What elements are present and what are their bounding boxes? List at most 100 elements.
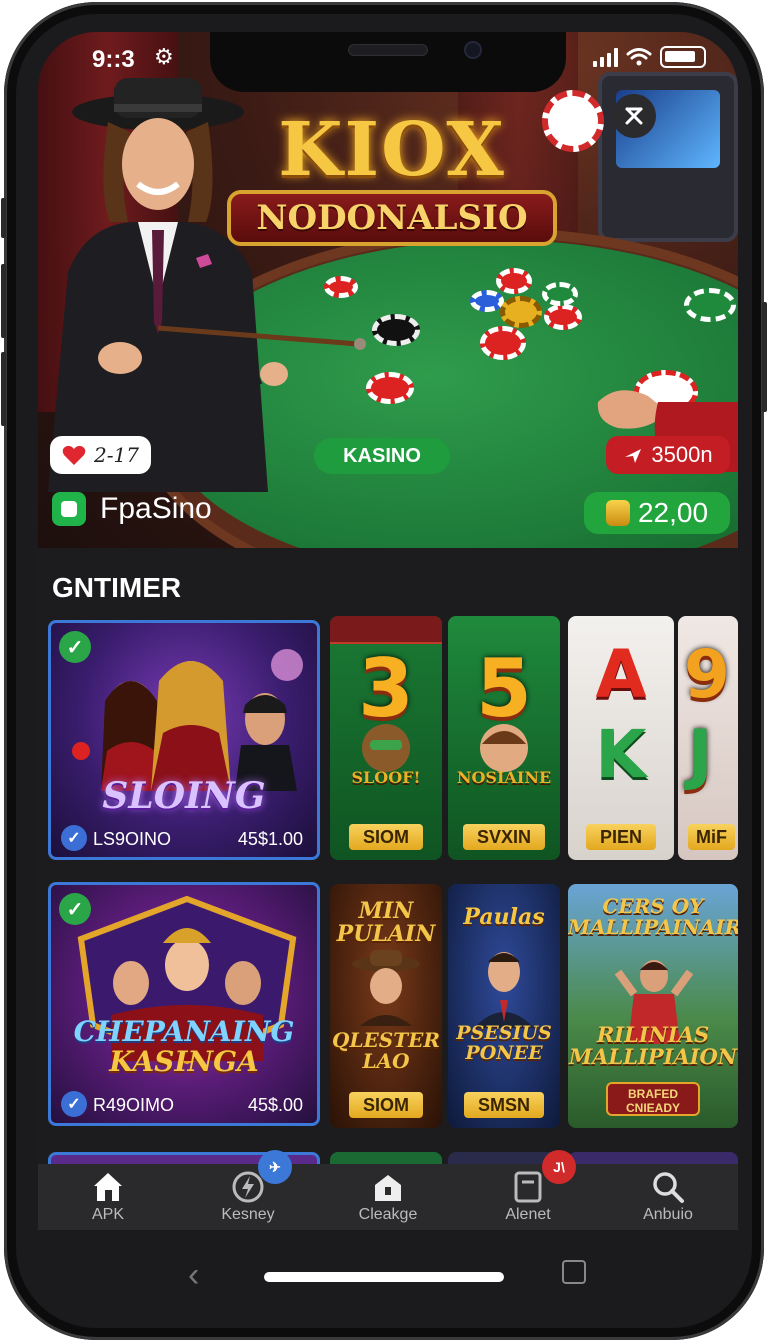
screen: KIOX NODONALSIO 2-17 KASINO 3500n FpaSin… [38, 32, 738, 1230]
chip-icon [542, 282, 578, 306]
kasino-badge[interactable]: KASINO [314, 438, 450, 474]
slot-symbol: K [595, 716, 647, 793]
logo-ribbon: NODONALSIO [227, 190, 557, 246]
badge-flight-icon: ✈ [258, 1150, 292, 1184]
featured-game-card[interactable]: ✓ CHEPANAING KASINGA ✓ R49OIMO 45$.00 [48, 882, 320, 1126]
balance-button[interactable]: 22,00 [584, 492, 730, 534]
signal-icon [593, 47, 618, 67]
featured-game-title: SLOING [102, 775, 266, 817]
featured-game-title-line2: KASINGA [109, 1045, 259, 1078]
chip-icon [480, 326, 526, 360]
characters-illustration [72, 649, 303, 791]
gear-icon: ⚙ [154, 44, 174, 69]
game-poster-card[interactable]: MIN PULAIN QLESTER LAO SIOM [330, 884, 442, 1128]
slot-play-button[interactable]: SVXIN [462, 824, 546, 850]
poster-title-top: Paulas [463, 904, 545, 930]
chip-icon [684, 288, 736, 322]
nav-label: Kesney [221, 1206, 275, 1223]
game-logo: KIOX NODONALSIO [222, 110, 562, 260]
cowboy-character-icon [352, 950, 420, 1026]
price-value: 3500n [651, 442, 713, 467]
poster-title-top: MIN PULAIN [336, 898, 436, 948]
slot-card[interactable]: 5 NOSIAINE SVXIN [448, 616, 560, 860]
slot-play-button[interactable]: SIOM [348, 824, 424, 850]
check-icon: ✓ [59, 631, 91, 663]
search-icon [651, 1170, 685, 1204]
status-icons [593, 46, 706, 68]
section-title: GNTIMER [52, 572, 182, 603]
featured-game-label: R49OIMO [93, 1095, 175, 1115]
status-time: 9::3 [92, 46, 135, 73]
note-icon [511, 1170, 545, 1204]
chip-icon [470, 290, 504, 312]
featured-game-amount: 45$1.00 [237, 829, 303, 849]
battery-icon [660, 46, 706, 68]
agent-character-icon [474, 952, 534, 1028]
brand: FpaSino [52, 492, 212, 526]
wifi-icon [626, 48, 652, 66]
brand-logo-icon [52, 492, 86, 526]
chip-icon [544, 304, 582, 330]
brand-name: FpaSino [100, 492, 212, 525]
house-icon [371, 1170, 405, 1204]
system-back-icon[interactable]: ‹ [188, 1256, 199, 1295]
bottom-nav: APK ✈ Kesney Cleakge J\ Alenet Anbuio [38, 1150, 738, 1230]
featured-game-title-line1: CHEPANAING [73, 1015, 295, 1048]
balance-value: 22,00 [637, 497, 709, 528]
verified-icon: ✓ [61, 1091, 87, 1117]
speaker [348, 44, 428, 56]
nav-label: Anbuio [643, 1206, 693, 1223]
slot-symbol: 9 [684, 636, 730, 713]
verified-icon: ✓ [61, 825, 87, 851]
poster-play-button[interactable]: SMSN [463, 1092, 545, 1118]
chip-icon [500, 296, 542, 328]
chip-icon [366, 372, 414, 404]
featured-game-amount: 45$.00 [247, 1095, 303, 1115]
poster-title-bottom: RILINIAS MALLIPIAION [568, 1022, 738, 1070]
nav-item-alenet[interactable]: J\ Alenet [458, 1150, 598, 1230]
plane-icon [625, 449, 642, 463]
system-recents-icon[interactable] [562, 1260, 586, 1284]
nav-item-apk[interactable]: APK [38, 1164, 178, 1230]
nav-item-anbuio[interactable]: Anbuio [598, 1164, 738, 1230]
volume-down-button [1, 352, 6, 426]
arcade-machine [598, 72, 738, 242]
home-indicator[interactable] [264, 1272, 504, 1282]
nav-item-kesney[interactable]: ✈ Kesney [178, 1150, 318, 1230]
slot-play-button[interactable]: PIEN [585, 824, 657, 850]
slot-card[interactable]: 3 SLOOF! SIOM [330, 616, 442, 860]
poster-badge: BRAFED CNIEADY [606, 1082, 700, 1116]
promo-chip-icon[interactable] [542, 90, 604, 152]
home-icon [91, 1170, 125, 1204]
poster-play-button[interactable]: SIOM [348, 1092, 424, 1118]
close-button[interactable] [612, 94, 656, 138]
poster-title-bottom: QLESTER LAO [332, 1028, 440, 1073]
front-camera [464, 41, 482, 59]
nav-label: Cleakge [358, 1206, 418, 1223]
mute-switch [1, 198, 6, 238]
chip-icon [496, 268, 532, 294]
slot-caption: NOSIAINE [456, 768, 552, 787]
game-poster-card[interactable]: Paulas PSESIUS PONEE SMSN [448, 884, 560, 1128]
game-poster-card[interactable]: CERS OY MALLIPAINAIR RILINIAS MALLIPIAIO… [568, 884, 738, 1128]
nav-item-cleakge[interactable]: Cleakge [318, 1164, 458, 1230]
slot-card[interactable]: A K PIEN [568, 616, 674, 860]
heart-icon [62, 445, 86, 465]
likes-count: 2-17 [94, 443, 139, 467]
poster-title-top: CERS OY MALLIPAINAIR [568, 894, 738, 939]
notch [210, 32, 566, 92]
price-badge[interactable]: 3500n [606, 436, 730, 474]
hero-banner[interactable]: KIOX NODONALSIO 2-17 KASINO 3500n FpaSin… [38, 32, 738, 548]
slot-caption: SLOOF! [351, 768, 421, 787]
chip-icon [372, 314, 420, 346]
slot-symbol: A [595, 636, 647, 713]
slot-card[interactable]: 9 J MiF [678, 616, 738, 860]
nav-label: Alenet [505, 1206, 551, 1223]
slot-play-button[interactable]: MiF [688, 824, 735, 850]
likes-badge[interactable]: 2-17 [50, 436, 151, 474]
featured-game-card[interactable]: SLOING ✓ ✓ LS9OINO 45$1.00 [48, 620, 320, 860]
cue-stick [158, 325, 366, 350]
slot-curtain [330, 616, 442, 644]
phone-frame: KIOX NODONALSIO 2-17 KASINO 3500n FpaSin… [1, 2, 767, 1340]
notification-badge: J\ [542, 1150, 576, 1184]
